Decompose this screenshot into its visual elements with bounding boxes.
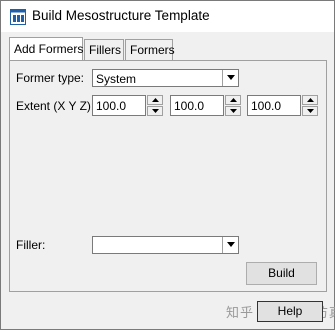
build-button[interactable]: Build [246,262,317,285]
tab-add-formers[interactable]: Add Formers [9,37,83,60]
extent-z-down-button[interactable] [302,106,318,116]
arrow-down-icon [152,109,159,113]
extent-x-down-button[interactable] [147,106,163,116]
window-title: Build Mesostructure Template [32,8,210,23]
chevron-down-icon [227,75,235,80]
extent-z-up-button[interactable] [302,95,318,105]
tab-panel-add-formers: Former type: System Extent (X Y Z): 100.… [9,60,327,292]
former-type-label: Former type: [16,71,85,85]
filler-select[interactable] [92,236,239,254]
dropdown-button[interactable] [222,237,238,253]
extent-z-input[interactable]: 100.0 [247,95,301,116]
arrow-up-icon [230,98,237,102]
extent-y-up-button[interactable] [225,95,241,105]
dropdown-button[interactable] [222,70,238,86]
former-type-select[interactable]: System [92,69,239,87]
chevron-down-icon [227,242,235,247]
arrow-down-icon [230,109,237,113]
title-bar[interactable]: Build Mesostructure Template [1,1,334,32]
arrow-up-icon [307,98,314,102]
filler-label: Filler: [16,238,46,252]
former-type-value: System [96,72,137,86]
extent-y-input[interactable]: 100.0 [170,95,224,116]
extent-label: Extent (X Y Z): [16,99,95,113]
arrow-down-icon [307,109,314,113]
arrow-up-icon [152,98,159,102]
dialog-window: Build Mesostructure Template Add Formers… [0,0,335,330]
extent-x-input[interactable]: 100.0 [92,95,146,116]
extent-x-up-button[interactable] [147,95,163,105]
tab-fillers[interactable]: Fillers [84,39,124,60]
extent-y-down-button[interactable] [225,106,241,116]
app-window-icon [10,9,26,25]
tab-formers[interactable]: Formers [125,39,175,60]
help-button[interactable]: Help [257,301,323,322]
